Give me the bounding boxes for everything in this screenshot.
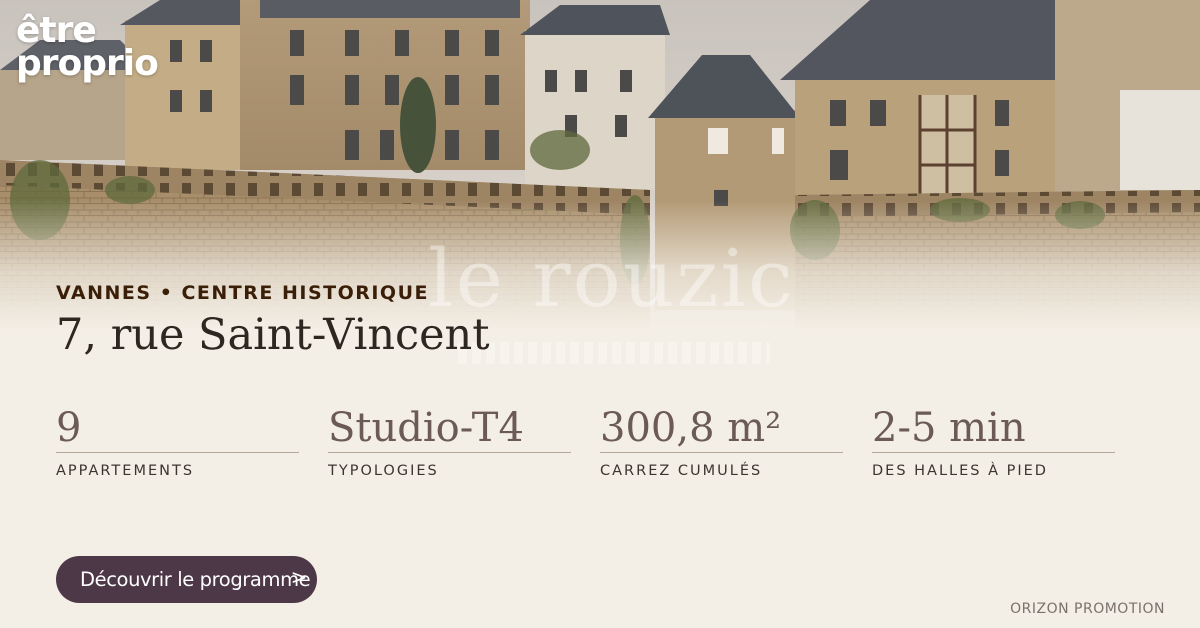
stat-value: Studio-T4 <box>328 404 571 453</box>
location-kicker: VANNES • CENTRE HISTORIQUE <box>56 282 429 304</box>
stat-value: 9 <box>56 404 299 453</box>
stat-surface: 300,8 m² CARREZ CUMULÉS <box>600 404 843 479</box>
stat-apartments: 9 APPARTEMENTS <box>56 404 299 479</box>
cta-label: Découvrir le programme <box>80 568 311 591</box>
watermark-subtitle-blur <box>458 342 770 364</box>
etre-proprio-logo[interactable]: être proprio <box>16 13 159 84</box>
stat-walking-time: 2-5 min DES HALLES À PIED <box>872 404 1115 479</box>
stat-label: APPARTEMENTS <box>56 463 195 479</box>
stat-value: 300,8 m² <box>600 404 843 453</box>
discover-program-button[interactable]: Découvrir le programme > <box>56 556 317 603</box>
street-address: 7, rue Saint-Vincent <box>56 310 490 360</box>
stat-typologies: Studio-T4 TYPOLOGIES <box>328 404 571 479</box>
chevron-right-icon: > <box>290 565 308 589</box>
stat-label: CARREZ CUMULÉS <box>600 463 763 479</box>
promoter-name: ORIZON PROMOTION <box>1010 601 1165 617</box>
stat-value: 2-5 min <box>872 404 1115 453</box>
stat-label: TYPOLOGIES <box>328 463 439 479</box>
logo-line2: proprio <box>16 43 159 84</box>
stat-label: DES HALLES À PIED <box>872 463 1048 479</box>
